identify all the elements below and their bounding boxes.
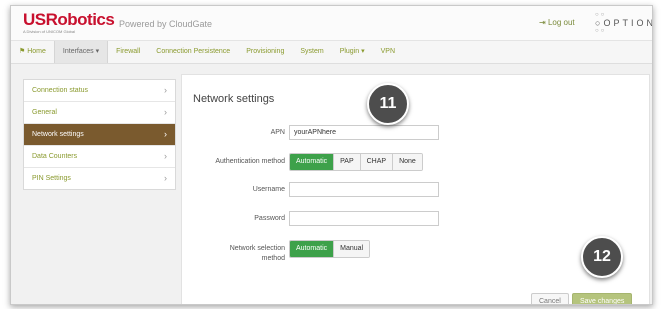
menu-item-home[interactable]: ⚑ Home — [11, 41, 54, 63]
menu-item-label: Connection Persistence — [156, 48, 231, 55]
sidebar-item-pin-settings[interactable]: PIN Settings › — [24, 168, 175, 189]
auth-none-button[interactable]: None — [392, 154, 422, 170]
step-badge: 12 — [581, 236, 623, 278]
menu-item-label: Home — [27, 48, 46, 55]
network-automatic-button[interactable]: Automatic — [290, 241, 334, 257]
page-title: Network settings — [193, 93, 275, 105]
menu-item-label: Plugin — [339, 48, 360, 55]
brand-logo: USRobotics A Division of UNICOM Global — [23, 10, 115, 35]
sidebar-item-label: Data Counters — [32, 153, 78, 160]
top-bar: USRobotics A Division of UNICOM Global P… — [11, 6, 652, 40]
menu-item-label: Firewall — [116, 48, 141, 55]
cancel-button[interactable]: Cancel — [531, 293, 569, 304]
chevron-right-icon: › — [164, 107, 167, 117]
caret-down-icon: ▾ — [361, 48, 365, 55]
menu-item-connection-persistence[interactable]: Connection Persistence — [148, 41, 238, 63]
menu-item-firewall[interactable]: Firewall — [108, 41, 148, 63]
network-manual-button[interactable]: Manual — [333, 241, 370, 257]
brand-name: USRobotics — [23, 10, 115, 29]
menu-item-interfaces[interactable]: Interfaces ▾ — [53, 41, 109, 63]
chevron-right-icon: › — [164, 129, 167, 139]
auth-method-label: Authentication method — [215, 158, 285, 165]
save-changes-button[interactable]: Save changes — [572, 293, 633, 304]
auth-method-toggle: Automatic PAP CHAP None — [289, 153, 423, 171]
brand-tagline: A Division of UNICOM Global — [23, 29, 76, 34]
apn-label: APN — [270, 129, 285, 136]
sidebar-item-network-settings[interactable]: Network settings › — [24, 124, 175, 146]
sidebar-item-label: Connection status — [32, 87, 89, 94]
menu-item-vpn[interactable]: VPN — [373, 41, 403, 63]
menu-item-label: VPN — [380, 48, 396, 55]
menu-item-system[interactable]: System — [292, 41, 331, 63]
auth-chap-button[interactable]: CHAP — [359, 154, 393, 170]
chevron-right-icon: › — [164, 151, 167, 161]
sidebar-nav: Connection status › General › Network sett… — [23, 79, 176, 190]
powered-by-text: Powered by CloudGate — [119, 19, 213, 29]
chevron-right-icon: › — [164, 85, 167, 95]
logout-link[interactable]: ⇥ Log out — [539, 18, 575, 27]
sidebar-item-label: Network settings — [32, 131, 84, 138]
auth-pap-button[interactable]: PAP — [333, 154, 360, 170]
caret-down-icon: ▾ — [95, 48, 100, 55]
chevron-right-icon: › — [164, 173, 167, 183]
network-selection-label-line2: method — [261, 255, 285, 262]
auth-automatic-button[interactable]: Automatic — [290, 154, 334, 170]
partner-name: OPTION — [603, 18, 653, 28]
network-settings-panel: Network settings APN Authentication meth… — [181, 74, 650, 304]
apn-input[interactable] — [289, 125, 439, 140]
menu-item-provisioning[interactable]: Provisioning — [238, 41, 292, 63]
username-label: Username — [252, 186, 285, 193]
network-selection-toggle: Automatic Manual — [289, 240, 371, 258]
logo-dots-bottom: ○○ — [595, 28, 607, 34]
main-menu: ⚑ Home Interfaces ▾ Firewall Connection … — [11, 40, 652, 64]
menu-item-label: System — [300, 48, 324, 55]
menu-item-label: Interfaces — [62, 48, 94, 55]
menu-item-label: Provisioning — [246, 48, 285, 55]
sidebar-item-data-counters[interactable]: Data Counters › — [24, 146, 175, 168]
network-selection-label-line1: Network selection — [229, 245, 285, 252]
network-selection-label: Network selection method — [190, 244, 285, 264]
logout-icon: ⇥ — [539, 18, 546, 27]
sidebar-item-connection-status[interactable]: Connection status › — [24, 80, 175, 102]
password-label: Password — [254, 215, 285, 222]
home-icon: ⚑ — [19, 48, 26, 55]
partner-logo-text: ○OPTION — [595, 18, 653, 28]
username-input[interactable] — [289, 182, 439, 197]
menu-item-plugin[interactable]: Plugin ▾ — [332, 41, 373, 63]
sidebar-item-label: PIN Settings — [32, 175, 71, 182]
step-badge: 11 — [367, 83, 409, 125]
browser-frame: USRobotics A Division of UNICOM Global P… — [10, 5, 653, 305]
sidebar-item-general[interactable]: General › — [24, 102, 175, 124]
password-input[interactable] — [289, 211, 439, 226]
partner-logo: ○○ ○OPTION ○○ — [595, 12, 653, 34]
sidebar-item-label: General — [32, 109, 57, 116]
logout-label: Log out — [547, 18, 575, 27]
